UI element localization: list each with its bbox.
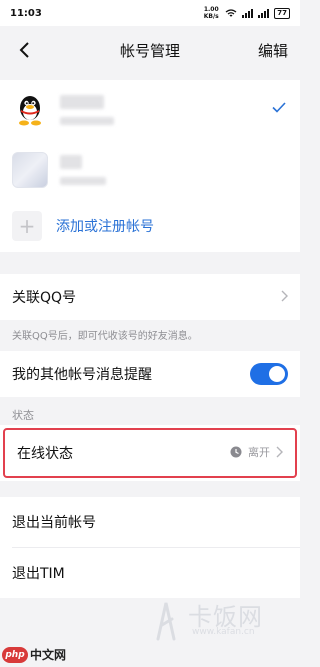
chevron-right-icon: [281, 290, 288, 302]
php-logo-badge: php: [2, 646, 28, 663]
chevron-left-icon: [19, 42, 29, 58]
qq-penguin-avatar: [12, 92, 48, 128]
add-account-button[interactable]: + 添加或注册帐号: [0, 200, 300, 252]
status-icons: 1.00 KB/s 77: [202, 6, 290, 20]
notify-toggle[interactable]: [250, 363, 288, 385]
online-status-row[interactable]: 在线状态 离开: [3, 428, 297, 478]
link-qq-label: 关联QQ号: [12, 290, 77, 306]
clock-icon: [230, 446, 242, 458]
kafan-watermark: 卡饭网 www.kafan.cn: [152, 597, 292, 647]
add-account-label: 添加或注册帐号: [56, 219, 154, 235]
account-id-blurred: [60, 177, 106, 185]
section-status-label: 状态: [12, 409, 34, 422]
account-item-secondary[interactable]: [0, 140, 300, 200]
chevron-right-icon: [276, 446, 283, 458]
network-speed: 1.00 KB/s: [203, 6, 219, 20]
exit-tim-label: 退出TIM: [12, 566, 65, 582]
link-qq-hint: 关联QQ号后，即可代收该号的好友消息。: [0, 320, 300, 351]
account-id-blurred: [60, 117, 114, 125]
account-name-blurred: [60, 155, 82, 169]
online-status-label: 在线状态: [17, 446, 73, 462]
other-account-notify-label: 我的其他帐号消息提醒: [12, 367, 152, 383]
edit-button[interactable]: 编辑: [258, 40, 288, 61]
account-info-blurred: [60, 155, 106, 185]
back-button[interactable]: [10, 36, 38, 64]
php-cn-logo: php 中文网: [2, 646, 66, 663]
account-item-current[interactable]: [0, 80, 300, 140]
online-status-value-group: 离开: [230, 444, 283, 460]
logout-card: 退出当前帐号 退出TIM: [0, 497, 300, 598]
signal-icon: [242, 8, 254, 18]
logout-current-label: 退出当前帐号: [12, 515, 96, 531]
account-info-blurred: [60, 95, 114, 125]
signal-icon-2: [258, 8, 270, 18]
online-status-value: 离开: [248, 446, 270, 459]
toggle-knob: [269, 366, 285, 382]
php-logo-text: 中文网: [30, 648, 67, 662]
qq-penguin-icon: [19, 96, 41, 126]
checkmark-icon: [272, 102, 286, 113]
nav-bar: 帐号管理 编辑: [0, 26, 300, 74]
status-card: 在线状态 离开: [0, 425, 300, 481]
wifi-icon: [225, 8, 237, 16]
account-list: + 添加或注册帐号: [0, 80, 300, 252]
plus-icon: +: [12, 211, 42, 241]
battery-indicator: 77: [274, 7, 290, 19]
watermark-url: www.kafan.cn: [192, 627, 255, 637]
anime-avatar: [12, 152, 48, 188]
exit-tim-button[interactable]: 退出TIM: [0, 548, 300, 598]
link-qq-row[interactable]: 关联QQ号: [0, 274, 300, 320]
account-name-blurred: [60, 95, 104, 109]
kafan-logo-icon: [156, 602, 176, 641]
other-account-notify-row: 我的其他帐号消息提醒: [0, 351, 300, 397]
status-time: 11:03: [10, 7, 42, 19]
page-title: 帐号管理: [119, 41, 180, 60]
logout-current-button[interactable]: 退出当前帐号: [0, 497, 300, 547]
status-bar: 11:03 1.00 KB/s 77: [0, 0, 300, 26]
